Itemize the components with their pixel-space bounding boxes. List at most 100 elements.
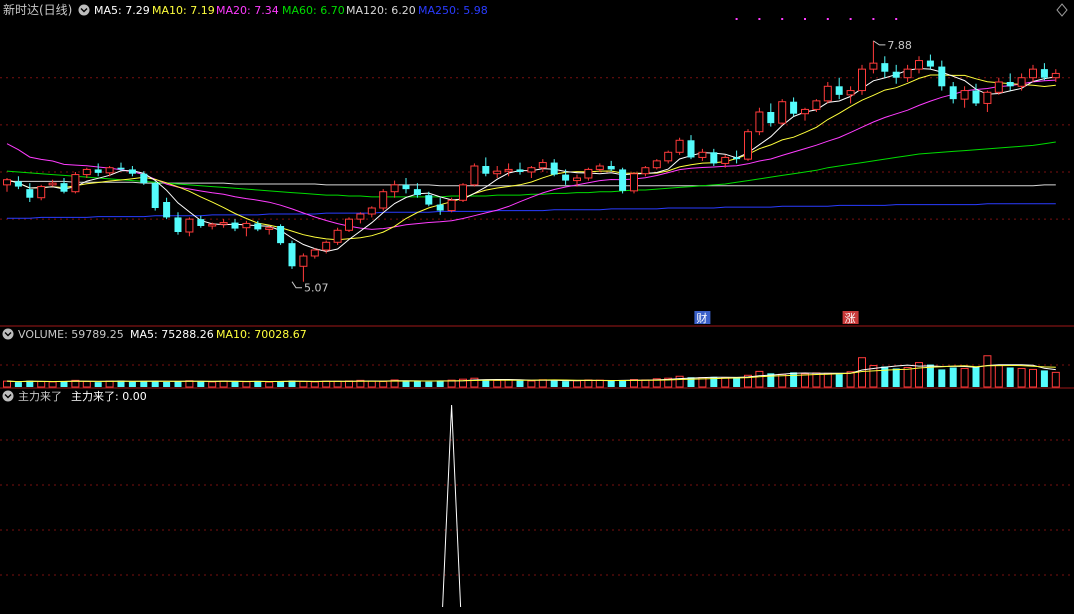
candle[interactable] xyxy=(1017,73,1026,91)
volume-bar[interactable] xyxy=(3,380,11,388)
volume-bar[interactable] xyxy=(641,379,650,388)
candle[interactable] xyxy=(903,64,912,82)
header-menu-icon[interactable] xyxy=(78,4,90,16)
candle[interactable] xyxy=(390,180,399,198)
volume-menu-icon[interactable] xyxy=(2,328,14,340)
volume-bar[interactable] xyxy=(322,380,331,388)
candle[interactable] xyxy=(436,197,444,215)
volume-bar[interactable] xyxy=(265,381,274,388)
volume-bar[interactable] xyxy=(174,381,182,387)
candle[interactable] xyxy=(299,253,308,282)
candle[interactable] xyxy=(778,99,787,125)
candle[interactable] xyxy=(664,150,673,164)
candle[interactable] xyxy=(447,197,456,213)
volume-bar[interactable] xyxy=(493,379,502,388)
volume-bar[interactable] xyxy=(379,381,388,388)
price-panel[interactable] xyxy=(3,18,1060,282)
volume-bar[interactable] xyxy=(949,367,957,387)
volume-bar[interactable] xyxy=(846,371,855,388)
candle[interactable] xyxy=(1040,63,1048,81)
candle[interactable] xyxy=(846,86,855,104)
volume-bar[interactable] xyxy=(960,367,969,388)
volume-bar[interactable] xyxy=(972,366,980,388)
candle[interactable] xyxy=(584,167,593,181)
candle[interactable] xyxy=(687,135,695,160)
candle[interactable] xyxy=(881,56,889,78)
volume-bar[interactable] xyxy=(584,379,593,388)
candle[interactable] xyxy=(516,162,524,175)
candle[interactable] xyxy=(823,82,832,104)
volume-bar[interactable] xyxy=(37,381,46,388)
volume-bar[interactable] xyxy=(367,380,376,388)
candle[interactable] xyxy=(835,77,843,100)
candle[interactable] xyxy=(994,77,1003,95)
candle[interactable] xyxy=(869,40,878,74)
candle[interactable] xyxy=(277,224,285,245)
volume-bar[interactable] xyxy=(926,364,934,387)
candle[interactable] xyxy=(938,60,946,91)
candle[interactable] xyxy=(630,172,638,194)
candle[interactable] xyxy=(197,215,205,228)
volume-bar[interactable] xyxy=(801,373,809,388)
candle[interactable] xyxy=(71,172,80,194)
candle[interactable] xyxy=(482,157,490,177)
candle[interactable] xyxy=(367,206,376,218)
volume-bar[interactable] xyxy=(163,381,171,387)
volume-bar[interactable] xyxy=(1051,371,1060,388)
candle[interactable] xyxy=(379,189,388,211)
candle[interactable] xyxy=(767,103,775,127)
volume-panel[interactable] xyxy=(3,355,1060,388)
candle[interactable] xyxy=(356,212,365,224)
volume-bar[interactable] xyxy=(140,380,148,387)
candle[interactable] xyxy=(310,248,319,259)
financial-report-badge[interactable]: 财 xyxy=(694,311,711,325)
volume-bar[interactable] xyxy=(892,368,900,387)
candle[interactable] xyxy=(949,82,957,104)
candle[interactable] xyxy=(790,97,798,117)
candle[interactable] xyxy=(94,163,102,177)
volume-bar[interactable] xyxy=(550,380,558,387)
volume-bar[interactable] xyxy=(504,379,513,388)
volume-bar[interactable] xyxy=(197,381,205,387)
volume-bar[interactable] xyxy=(208,381,217,388)
volume-bar[interactable] xyxy=(1029,368,1037,388)
volume-bar[interactable] xyxy=(231,381,239,387)
diamond-icon[interactable] xyxy=(1056,3,1068,17)
candle[interactable] xyxy=(151,181,159,211)
candle[interactable] xyxy=(675,137,684,155)
candle[interactable] xyxy=(242,220,251,237)
volume-bar[interactable] xyxy=(823,372,832,388)
candle[interactable] xyxy=(527,166,536,178)
candle[interactable] xyxy=(710,148,718,166)
candle[interactable] xyxy=(60,178,68,194)
volume-bar[interactable] xyxy=(310,381,319,388)
volume-bar[interactable] xyxy=(105,380,114,388)
candle[interactable] xyxy=(37,184,46,201)
volume-bar[interactable] xyxy=(48,381,57,388)
volume-bar[interactable] xyxy=(1006,367,1014,387)
candlesticks[interactable] xyxy=(3,40,1060,282)
candle[interactable] xyxy=(538,159,547,172)
candle[interactable] xyxy=(231,219,239,232)
candle[interactable] xyxy=(345,217,353,232)
volume-bar[interactable] xyxy=(60,381,68,387)
candle[interactable] xyxy=(652,159,661,170)
candle[interactable] xyxy=(459,183,467,202)
volume-bar[interactable] xyxy=(14,382,22,387)
candle[interactable] xyxy=(858,64,866,95)
candle[interactable] xyxy=(744,129,752,161)
candle[interactable] xyxy=(698,148,707,161)
candle[interactable] xyxy=(185,217,194,237)
indicator-menu-icon[interactable] xyxy=(2,390,14,402)
volume-bar[interactable] xyxy=(607,380,615,387)
candle[interactable] xyxy=(470,163,479,187)
candle[interactable] xyxy=(265,226,274,235)
candle[interactable] xyxy=(219,219,228,228)
volume-bar[interactable] xyxy=(277,381,285,387)
volume-bar[interactable] xyxy=(835,374,843,387)
candle[interactable] xyxy=(322,240,331,254)
candle[interactable] xyxy=(915,56,923,74)
candle[interactable] xyxy=(926,54,934,70)
volume-bar[interactable] xyxy=(994,365,1003,388)
volume-bar[interactable] xyxy=(299,381,308,388)
